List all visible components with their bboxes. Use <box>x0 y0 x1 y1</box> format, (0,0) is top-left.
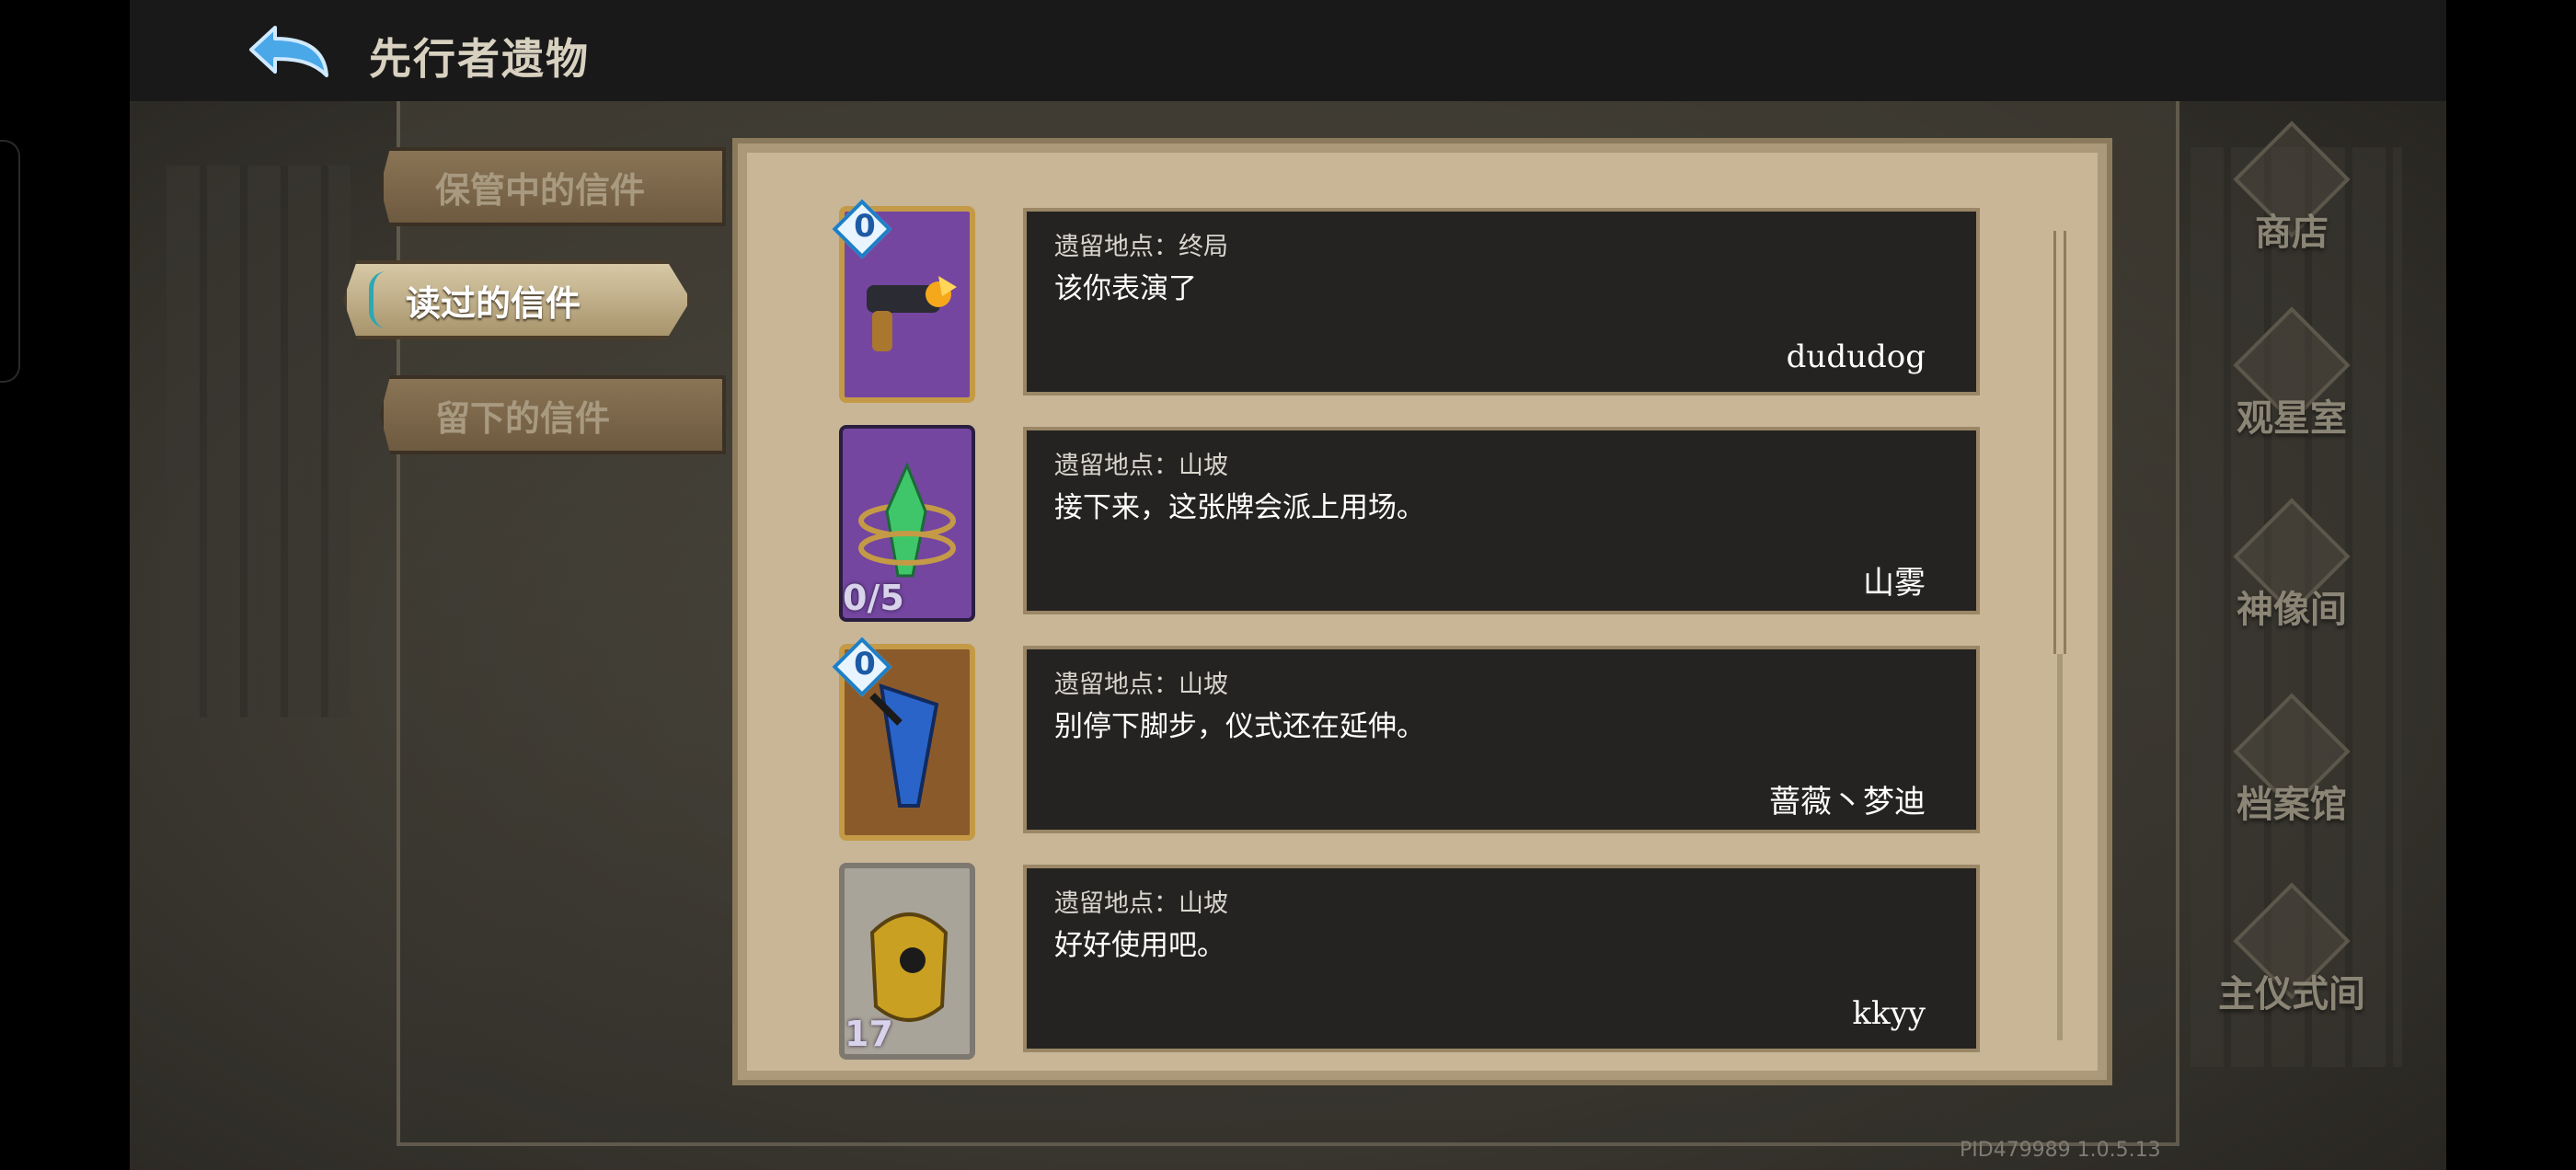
tab-stored-letters[interactable]: 保管中的信件 <box>380 147 726 226</box>
relic-card[interactable]: 0 <box>832 199 975 403</box>
letter-text: 好好使用吧。 <box>1054 929 1225 962</box>
game-screen: 先行者遗物 保管中的信件 读过的信件 留下的信件 0 遗留地点：终局 该你表演了… <box>130 0 2446 1170</box>
list-item[interactable]: 0 遗留地点：终局 该你表演了 dududog <box>738 199 2107 403</box>
letters-panel: 0 遗留地点：终局 该你表演了 dududog 0/5 遗留地点：山坡 接下来，… <box>732 138 2112 1085</box>
letter-list[interactable]: 0 遗留地点：终局 该你表演了 dududog 0/5 遗留地点：山坡 接下来，… <box>738 143 2107 1080</box>
nav-observatory[interactable]: 观星室 <box>2209 306 2375 489</box>
nav-statue-room[interactable]: 神像间 <box>2209 498 2375 681</box>
relic-card[interactable]: 0 <box>832 637 975 841</box>
letter-author: 山雾 <box>1863 565 1926 602</box>
letter-location: 遗留地点：终局 <box>1054 233 1228 261</box>
nav-label: 商店 <box>2255 211 2329 254</box>
nav-shop[interactable]: 商店 <box>2209 120 2375 304</box>
card-count: 0/5 <box>843 578 904 618</box>
device-edge-indicator <box>0 140 20 383</box>
nav-ritual-room[interactable]: 主仪式间 <box>2209 882 2375 1065</box>
letter-message: 遗留地点：山坡 接下来，这张牌会派上用场。 山雾 <box>1023 427 1980 614</box>
nav-label: 神像间 <box>2237 588 2347 631</box>
card-cost: 0 <box>854 208 876 245</box>
letter-text: 别停下脚步，仪式还在延伸。 <box>1054 710 1425 743</box>
tab-label: 读过的信件 <box>406 281 581 324</box>
letter-text: 接下来，这张牌会派上用场。 <box>1054 491 1425 524</box>
card-cost: 0 <box>854 646 876 682</box>
page-title: 先行者遗物 <box>369 34 590 84</box>
blade-relic-icon <box>869 683 939 808</box>
scrollbar-track <box>2057 654 2063 1040</box>
letter-location: 遗留地点：山坡 <box>1054 671 1228 699</box>
list-item[interactable]: 0/5 遗留地点：山坡 接下来，这张牌会派上用场。 山雾 <box>738 418 2107 622</box>
card-count: 17 <box>845 1014 893 1054</box>
scrollbar[interactable] <box>2053 231 2066 654</box>
back-arrow-icon[interactable] <box>247 18 339 85</box>
letter-author: kkyy <box>1852 995 1926 1032</box>
tab-label: 保管中的信件 <box>435 168 646 211</box>
tab-read-letters[interactable]: 读过的信件 <box>343 260 691 339</box>
letter-message: 遗留地点：山坡 好好使用吧。 kkyy <box>1023 865 1980 1052</box>
bookshelf-decoration <box>167 166 351 717</box>
tab-label: 留下的信件 <box>435 396 611 439</box>
letter-location: 遗留地点：山坡 <box>1054 889 1228 918</box>
nav-label: 主仪式间 <box>2218 972 2365 1015</box>
letter-author: dududog <box>1786 338 1926 375</box>
gun-relic-icon <box>867 276 957 351</box>
letter-author: 蔷薇丶梦迪 <box>1769 784 1926 820</box>
tab-left-letters[interactable]: 留下的信件 <box>380 375 726 454</box>
list-item[interactable]: 0 遗留地点：山坡 别停下脚步，仪式还在延伸。 蔷薇丶梦迪 <box>738 637 2107 841</box>
nav-label: 观星室 <box>2237 396 2347 440</box>
nav-archive[interactable]: 档案馆 <box>2209 693 2375 876</box>
nav-label: 档案馆 <box>2237 783 2347 826</box>
relic-card[interactable]: 0/5 <box>839 425 975 622</box>
top-bar: 先行者遗物 <box>130 0 2446 101</box>
letter-message: 遗留地点：终局 该你表演了 dududog <box>1023 208 1980 396</box>
letter-message: 遗留地点：山坡 别停下脚步，仪式还在延伸。 蔷薇丶梦迪 <box>1023 646 1980 833</box>
version-label: PID479989 1.0.5.13 <box>1960 1139 2161 1162</box>
list-item[interactable]: 17 遗留地点：山坡 好好使用吧。 kkyy <box>738 855 2107 1060</box>
relic-card[interactable]: 17 <box>839 863 975 1060</box>
letter-text: 该你表演了 <box>1054 272 1197 305</box>
letter-location: 遗留地点：山坡 <box>1054 452 1228 480</box>
